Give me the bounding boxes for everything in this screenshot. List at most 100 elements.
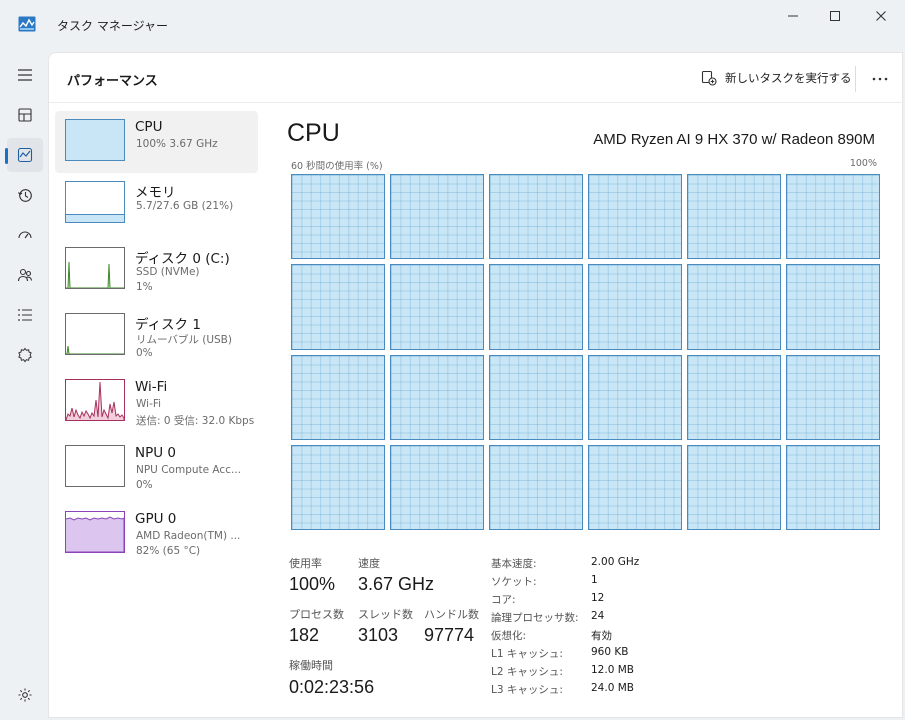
resource-item-gpu-0[interactable]: GPU 0 AMD Radeon(TM) ... 82% (65 °C) [55,503,258,565]
resource-item-disk-0[interactable]: ディスク 0 (C:) SSD (NVMe) 1% [55,239,258,301]
memory-usage-fill [66,213,124,222]
resource-item-disk-1[interactable]: ディスク 1 リムーバブル (USB) 0% [55,305,258,367]
spec-row: 論理プロセッサ数: 24 [491,610,791,628]
cpu-heading: CPU [287,119,340,147]
active-nav-indicator [5,148,8,164]
resource-detail: NPU Compute Acc... [136,464,241,476]
maximize-button[interactable] [812,0,858,32]
resource-detail: 5.7/27.6 GB (21%) [136,200,234,212]
title-bar: タスク マネージャー [0,0,905,52]
services-icon[interactable] [7,338,43,372]
spec-key: 基本速度: [491,558,537,570]
resource-name: NPU 0 [135,445,177,461]
resource-item-cpu[interactable]: CPU 100% 3.67 GHz [55,111,258,173]
logical-processor-graph [687,444,781,530]
performance-icon[interactable] [7,138,43,172]
run-new-task-button[interactable]: 新しいタスクを実行する [701,68,852,88]
resource-detail: 0% [136,347,153,359]
spec-value: 24 [591,610,605,622]
logical-processor-graph [390,444,484,530]
resource-detail: 0% [136,479,153,491]
spec-key: L2 キャッシュ: [491,666,563,678]
resource-item-npu-0[interactable]: NPU 0 NPU Compute Acc... 0% [55,437,258,499]
run-new-task-label: 新しいタスクを実行する [725,71,852,85]
logical-processor-graph [291,174,385,260]
resource-name: GPU 0 [135,511,177,527]
minimize-button[interactable] [770,0,816,32]
spec-key: 仮想化: [491,630,527,642]
logical-processor-graph [291,264,385,350]
spec-key: 論理プロセッサ数: [491,612,579,624]
speed-label: 速度 [358,557,380,570]
resource-detail: SSD (NVMe) [136,266,200,278]
resource-detail: 1% [136,281,153,293]
gpu-usage-line [66,516,124,552]
processes-icon[interactable] [7,98,43,132]
logical-processor-graph [390,354,484,440]
logical-processor-graph [687,264,781,350]
logical-processor-graph [588,444,682,530]
performance-page: パフォーマンス 新しいタスクを実行する CPU 100% 3.67 GHz メモ… [48,52,904,718]
details-icon[interactable] [7,298,43,332]
disk0-activity-line [66,261,124,288]
processes-label: プロセス数 [289,608,344,621]
spec-value: 有効 [591,630,612,642]
logical-processor-graph [291,354,385,440]
npu-thumbnail-graph [65,445,125,487]
threads-label: スレッド数 [358,608,413,621]
handles-label: ハンドル数 [424,608,479,621]
new-task-icon [701,70,717,86]
logical-processor-graph [291,444,385,530]
spec-row: コア: 12 [491,592,791,610]
memory-thumbnail-graph [65,181,125,223]
logical-processor-graph [489,444,583,530]
wifi-throughput-line [66,381,124,420]
users-icon[interactable] [7,258,43,292]
startup-icon[interactable] [7,218,43,252]
utilization-value: 100% [289,574,336,594]
logical-processor-graph [786,174,880,260]
menu-icon[interactable] [7,58,43,92]
spec-value: 1 [591,574,598,586]
logical-processor-graph [489,264,583,350]
resource-name: ディスク 1 [135,317,201,333]
disk0-thumbnail-graph [65,247,125,289]
logical-processor-graphs [291,174,880,530]
wifi-thumbnail-graph [65,379,125,421]
app-history-icon[interactable] [7,178,43,212]
spec-value: 12 [591,592,605,604]
resource-item-wifi[interactable]: Wi-Fi Wi-Fi 送信: 0 受信: 32.0 Kbps [55,371,258,433]
resource-name: Wi-Fi [135,379,168,395]
uptime-value: 0:02:23:56 [289,677,375,697]
uptime-label: 稼働時間 [289,659,333,672]
spec-row: L2 キャッシュ: 12.0 MB [491,664,791,682]
logical-processor-graph [489,354,583,440]
logical-processor-graph [786,444,880,530]
resource-name: メモリ [135,185,176,201]
disk1-thumbnail-graph [65,313,125,355]
resource-detail: 送信: 0 受信: 32.0 Kbps [136,415,255,427]
resource-detail: Wi-Fi [136,398,162,410]
resource-item-memory[interactable]: メモリ 5.7/27.6 GB (21%) [55,173,258,235]
logical-processor-graph [687,354,781,440]
resource-name: ディスク 0 (C:) [135,251,230,267]
handles-value: 97774 [424,625,475,645]
resource-detail: 82% (65 °C) [136,545,201,557]
logical-processor-graph [687,174,781,260]
settings-icon[interactable] [7,678,43,712]
spec-row: 仮想化: 有効 [491,628,791,646]
disk1-activity-line [66,345,124,354]
spec-row: L1 キャッシュ: 960 KB [491,646,791,664]
spec-value: 24.0 MB [591,682,634,694]
spec-key: コア: [491,594,516,606]
more-options-button[interactable] [865,67,895,91]
nav-rail [0,52,48,720]
logical-processor-graph [489,174,583,260]
logical-processor-graph [588,174,682,260]
utilization-label: 使用率 [289,557,322,570]
spec-value: 2.00 GHz [591,556,640,568]
graph-max-label: 100% [849,158,877,169]
threads-value: 3103 [358,625,399,645]
logical-processor-graph [786,264,880,350]
close-button[interactable] [858,0,904,32]
